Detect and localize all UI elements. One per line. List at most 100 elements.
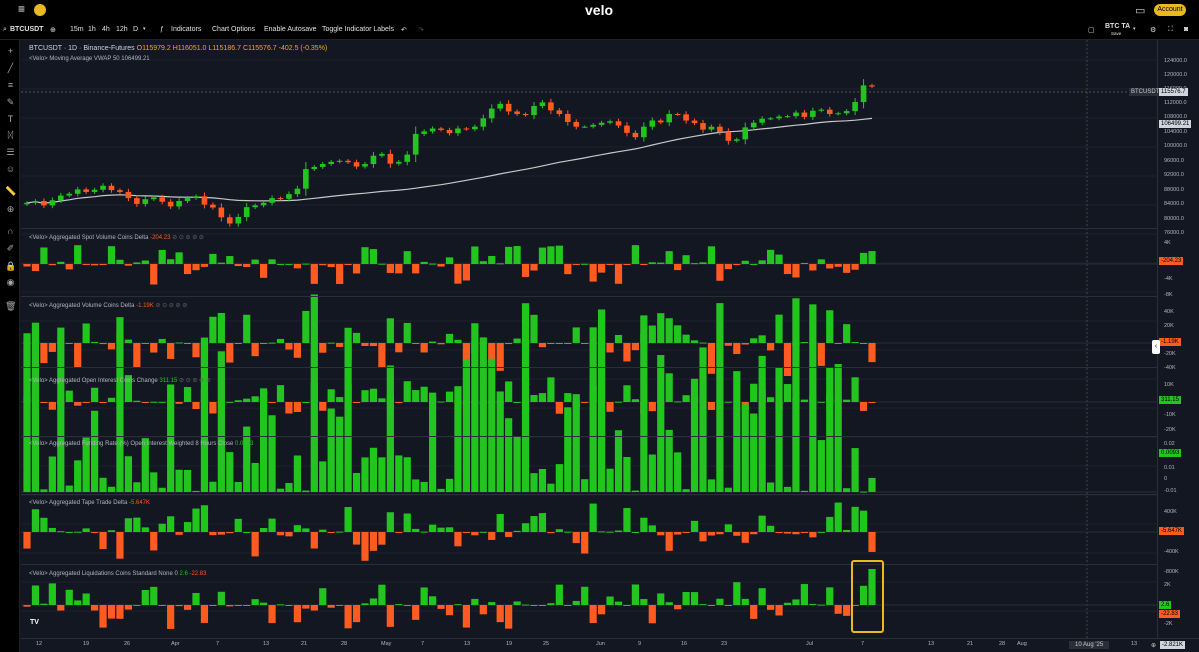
indicator-bar — [133, 400, 141, 402]
pane-2-label[interactable]: <Velo> Aggregated Volume Coins Delta -1.… — [29, 302, 187, 309]
indicator-bar — [648, 262, 656, 264]
pane-divider[interactable] — [21, 494, 1199, 495]
undo-icon[interactable]: ↶ — [401, 26, 407, 34]
indicator-bar — [209, 402, 217, 414]
indicator-bar — [429, 263, 437, 265]
text-icon[interactable]: T — [5, 114, 16, 125]
indicator-bar — [124, 339, 132, 343]
indicator-bar — [31, 264, 40, 272]
price-axis[interactable]: 124000.0 120000.0 116000.0 112000.0 1080… — [1129, 40, 1199, 638]
candle-body — [472, 126, 478, 130]
time-tick: Jul — [806, 641, 814, 647]
toggle-indicator-labels-button[interactable]: Toggle Indicator Labels — [322, 26, 394, 33]
indicator-bar — [843, 605, 851, 616]
trash-icon[interactable]: 🗑 — [5, 301, 16, 312]
symbol-title: BTCUSDT · 1D · Binance-Futures — [29, 45, 135, 52]
pane-divider[interactable] — [21, 228, 1199, 229]
pattern-icon[interactable]: ᛞ — [5, 130, 16, 141]
pane-1-label[interactable]: <Velo> Aggregated Spot Volume Coins Delt… — [29, 234, 204, 241]
pane-3-label[interactable]: <Velo> Aggregated Open Interest Coins Ch… — [29, 377, 211, 384]
interval-12h[interactable]: 12h — [116, 26, 128, 33]
tradingview-logo-icon[interactable]: TV — [30, 619, 45, 630]
settings-gear-icon[interactable]: ⚙ — [1150, 26, 1156, 34]
indicator-bar — [598, 264, 606, 273]
scale-settings-icon[interactable]: ⊕ — [1151, 642, 1156, 649]
interval-1h[interactable]: 1h — [88, 26, 96, 33]
time-axis[interactable]: 12 19 26 Apr 7 13 21 28 May 7 13 19 25 Jun 9 16 23 Jul 7 13… — [21, 638, 1199, 652]
pane-divider[interactable] — [21, 296, 1199, 297]
axis-tick: 112000.0 — [1164, 100, 1187, 106]
indicator-bar — [133, 343, 141, 368]
lock-icon[interactable]: 🔒 — [5, 261, 16, 272]
indicator-bar — [547, 483, 555, 492]
indicator-bar — [800, 532, 808, 533]
indicator-bar — [327, 264, 335, 268]
indicator-bar — [733, 371, 741, 402]
chat-icon[interactable]: ▭ — [1135, 4, 1145, 17]
camera-icon[interactable]: ◙ — [1184, 26, 1188, 33]
magnet-icon[interactable]: ∩ — [5, 226, 16, 237]
pane-6-label[interactable]: <Velo> Aggregated Liquidations Coins Sta… — [29, 571, 206, 577]
interval-4h[interactable]: 4h — [102, 26, 110, 33]
ma-legend[interactable]: <Velo> Moving Average VWAP 50 106499.21 — [29, 56, 150, 62]
velo-logo-icon[interactable] — [34, 4, 46, 16]
indicator-bar — [437, 343, 445, 345]
emoji-icon[interactable]: ☺ — [5, 164, 16, 175]
add-symbol-icon[interactable]: ⊕ — [50, 26, 56, 34]
interval-dropdown-icon[interactable]: ▾ — [143, 26, 146, 32]
hamburger-menu-icon[interactable]: ≡ — [18, 3, 30, 15]
collapse-panel-icon[interactable]: ‹ — [1152, 340, 1160, 354]
indicators-button[interactable]: Indicators — [171, 26, 201, 33]
indicator-bar — [437, 488, 445, 492]
candle-body — [24, 202, 30, 205]
indicator-bar — [547, 377, 555, 402]
candle-body — [66, 193, 73, 196]
interval-15m[interactable]: 15m — [70, 26, 84, 33]
indicator-bar — [192, 490, 200, 492]
indicator-bar — [124, 456, 132, 492]
trendline-icon[interactable]: ╱ — [5, 63, 16, 74]
indicator-bar — [555, 529, 563, 532]
indicator-bar — [783, 264, 792, 275]
layout-dropdown-icon[interactable]: ▾ — [1133, 26, 1136, 32]
indicator-bar — [606, 343, 614, 353]
pane-4-label[interactable]: <Velo> Aggregated Funding Rate (%) Open … — [29, 441, 253, 447]
indicator-bar — [167, 384, 175, 492]
layout-save-label[interactable]: Save — [1111, 31, 1121, 36]
chart-canvas[interactable] — [21, 40, 1157, 638]
pane-divider[interactable] — [21, 564, 1199, 565]
enable-autosave-button[interactable]: Enable Autosave — [264, 26, 317, 33]
indicator-bar — [614, 430, 623, 492]
chart-options-button[interactable]: Chart Options — [212, 26, 255, 33]
indicator-bar — [445, 333, 454, 343]
crosshair-icon[interactable]: + — [5, 46, 16, 57]
time-tick: 19 — [506, 641, 513, 647]
chart-area[interactable] — [21, 40, 1157, 638]
pencil-lock-icon[interactable]: ✐ — [5, 243, 16, 254]
search-icon[interactable]: ⌕ — [3, 26, 7, 34]
indicator-bar — [91, 532, 99, 533]
fullscreen-icon[interactable]: ⛶ — [1168, 26, 1173, 34]
pane-divider[interactable] — [21, 436, 1199, 437]
symbol-search[interactable]: BTCUSDT — [10, 26, 43, 33]
indicator-bar — [640, 599, 648, 605]
redo-icon[interactable]: ↷ — [418, 26, 424, 34]
eye-icon[interactable]: ◉ — [5, 277, 16, 288]
indicators-icon[interactable]: ƒ — [160, 26, 164, 33]
layout-square-icon[interactable]: ▢ — [1088, 26, 1095, 34]
brush-icon[interactable]: ✎ — [5, 97, 16, 108]
candle-body — [514, 111, 520, 114]
horizontal-lines-icon[interactable]: ≡ — [5, 80, 16, 91]
pane-5-label[interactable]: <Velo> Aggregated Tape Trade Delta -5.64… — [29, 500, 150, 506]
interval-d[interactable]: D — [133, 26, 138, 33]
indicator-bar — [555, 402, 563, 414]
indicator-bar — [124, 264, 132, 266]
ruler-icon[interactable]: 📏 — [5, 186, 16, 197]
indicator-bar — [158, 605, 166, 606]
indicator-bar — [310, 605, 318, 611]
zoom-in-icon[interactable]: ⊕ — [5, 204, 16, 215]
layout-name[interactable]: BTC TA — [1105, 23, 1130, 30]
pane-divider[interactable] — [21, 367, 1199, 368]
measure-list-icon[interactable]: ☰ — [5, 147, 16, 158]
account-button[interactable]: Account — [1154, 4, 1186, 16]
